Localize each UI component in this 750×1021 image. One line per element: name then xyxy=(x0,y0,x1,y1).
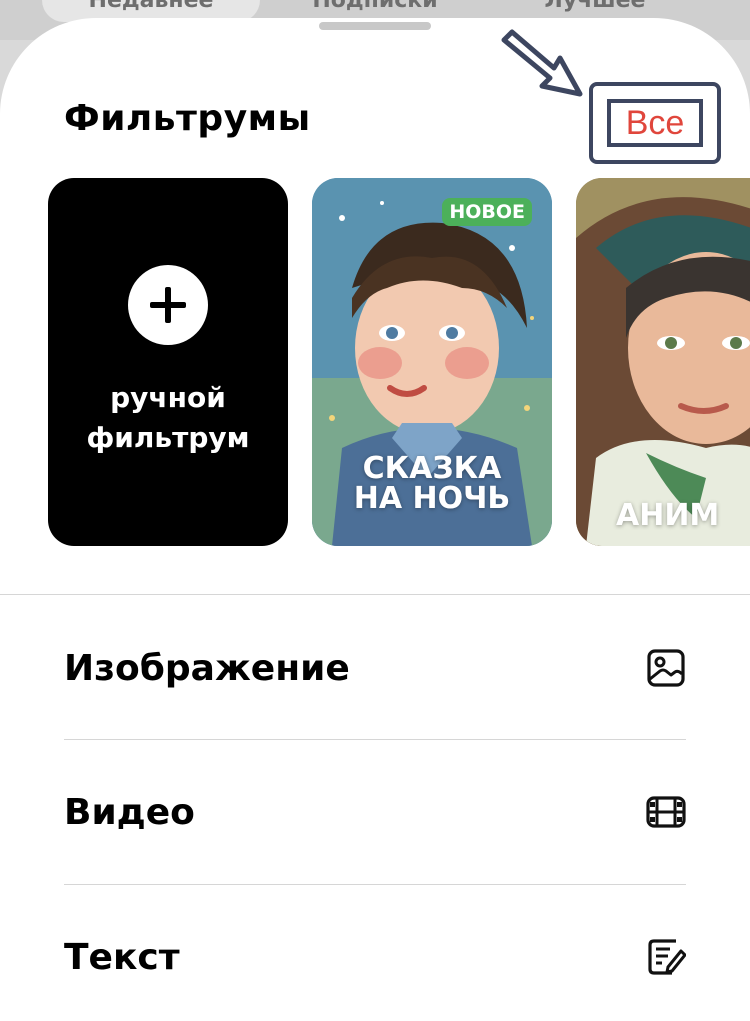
bottom-sheet: Фильтрумы Все ручной фильтрум НОВОЕ СКАЗ… xyxy=(0,18,750,1021)
fairy-tale-caption-line1: СКАЗКА xyxy=(362,451,502,486)
anime-portrait-image xyxy=(576,178,750,546)
anime-filter-card[interactable]: АНИМ xyxy=(576,178,750,546)
section-divider xyxy=(0,594,750,595)
list-item-text[interactable]: Текст xyxy=(64,885,686,1021)
manual-filter-label-line1: ручной xyxy=(110,381,226,414)
filter-carousel[interactable]: ручной фильтрум НОВОЕ СКАЗКА НА НОЧЬ АНИ… xyxy=(0,178,750,548)
fairy-tale-caption-line2: НА НОЧЬ xyxy=(353,481,511,516)
image-icon xyxy=(647,649,685,687)
anime-caption: АНИМ xyxy=(616,498,720,533)
list-item-text-label: Текст xyxy=(64,936,180,978)
list-item-image[interactable]: Изображение xyxy=(64,596,686,740)
show-all-label: Все xyxy=(625,104,685,142)
manual-filter-card[interactable]: ручной фильтрум xyxy=(48,178,288,546)
annotation-arrow-icon xyxy=(501,29,583,97)
show-all-button-frame: Все xyxy=(607,99,703,147)
sheet-grabber[interactable] xyxy=(319,22,431,30)
edit-text-icon xyxy=(648,939,686,975)
manual-filter-label-line2: фильтрум xyxy=(86,421,250,454)
fairy-tale-filter-card[interactable]: НОВОЕ СКАЗКА НА НОЧЬ xyxy=(312,178,552,546)
new-badge: НОВОЕ xyxy=(442,198,532,226)
fairy-tale-caption: СКАЗКА НА НОЧЬ xyxy=(312,454,552,514)
list-item-video-label: Видео xyxy=(64,791,195,833)
manual-filter-label: ручной фильтрум xyxy=(48,378,288,458)
show-all-button[interactable]: Все xyxy=(589,82,721,164)
plus-icon xyxy=(128,265,208,345)
list-item-video[interactable]: Видео xyxy=(64,740,686,884)
list-item-image-label: Изображение xyxy=(64,647,350,689)
film-icon xyxy=(646,796,686,828)
section-title: Фильтрумы xyxy=(64,98,311,139)
